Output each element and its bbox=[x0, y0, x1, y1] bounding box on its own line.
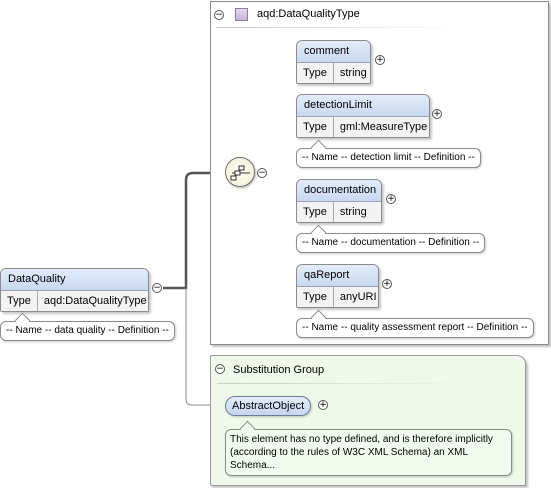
expand-documentation-toggle[interactable]: + bbox=[386, 194, 396, 204]
element-name: detectionLimit bbox=[297, 95, 429, 117]
qa-report-annotation: -- Name -- quality assessment report -- … bbox=[296, 309, 534, 338]
element-name: qaReport bbox=[297, 265, 378, 287]
title-divider bbox=[217, 27, 462, 28]
type-label: Type bbox=[297, 117, 334, 137]
collapse-toggle-icon[interactable]: − bbox=[214, 10, 224, 20]
expand-comment-toggle[interactable]: + bbox=[375, 55, 385, 65]
type-value: string bbox=[339, 206, 367, 218]
type-value: anyURI bbox=[339, 291, 377, 303]
type-label: Type bbox=[297, 202, 334, 222]
detection-limit-annotation: -- Name -- detection limit -- Definition… bbox=[296, 139, 481, 168]
substitution-divider bbox=[217, 383, 472, 384]
element-comment[interactable]: comment Type string bbox=[296, 40, 371, 84]
documentation-annotation: -- Name -- documentation -- Definition -… bbox=[296, 224, 486, 253]
element-detection-limit[interactable]: detectionLimit Type gml:MeasureType bbox=[296, 94, 430, 138]
element-data-quality[interactable]: DataQuality Type aqd:DataQualityType bbox=[0, 268, 149, 312]
element-name: documentation bbox=[297, 180, 381, 202]
type-value: aqd:DataQualityType bbox=[43, 295, 147, 307]
abstract-object-annotation: This element has no type defined, and is… bbox=[225, 420, 512, 476]
root-collapse-toggle[interactable]: − bbox=[152, 283, 162, 293]
expand-qa-report-toggle[interactable]: + bbox=[382, 279, 392, 289]
type-value: string bbox=[339, 67, 367, 79]
element-documentation[interactable]: documentation Type string bbox=[296, 179, 382, 223]
data-quality-annotation: -- Name -- data quality -- Definition -- bbox=[0, 312, 175, 341]
sequence-collapse-toggle[interactable]: − bbox=[257, 168, 267, 178]
complex-type-icon bbox=[235, 8, 248, 21]
expand-detection-limit-toggle[interactable]: + bbox=[432, 109, 442, 119]
sequence-compositor[interactable] bbox=[225, 157, 255, 187]
type-label: Type bbox=[1, 291, 38, 311]
type-value: gml:MeasureType bbox=[339, 121, 428, 133]
abstract-object-element[interactable]: AbstractObject bbox=[225, 396, 312, 416]
type-label: Type bbox=[297, 63, 334, 83]
sequence-compositor-icon bbox=[230, 165, 250, 181]
substitution-collapse-toggle[interactable]: − bbox=[215, 364, 225, 374]
element-name: DataQuality bbox=[1, 269, 148, 291]
substitution-group-title: Substitution Group bbox=[233, 364, 325, 376]
element-name: comment bbox=[297, 41, 370, 63]
type-label: Type bbox=[297, 287, 334, 307]
complex-type-title: aqd:DataQualityType bbox=[257, 8, 360, 20]
expand-abstract-object-toggle[interactable]: + bbox=[318, 400, 328, 410]
element-qa-report[interactable]: qaReport Type anyURI bbox=[296, 264, 379, 308]
